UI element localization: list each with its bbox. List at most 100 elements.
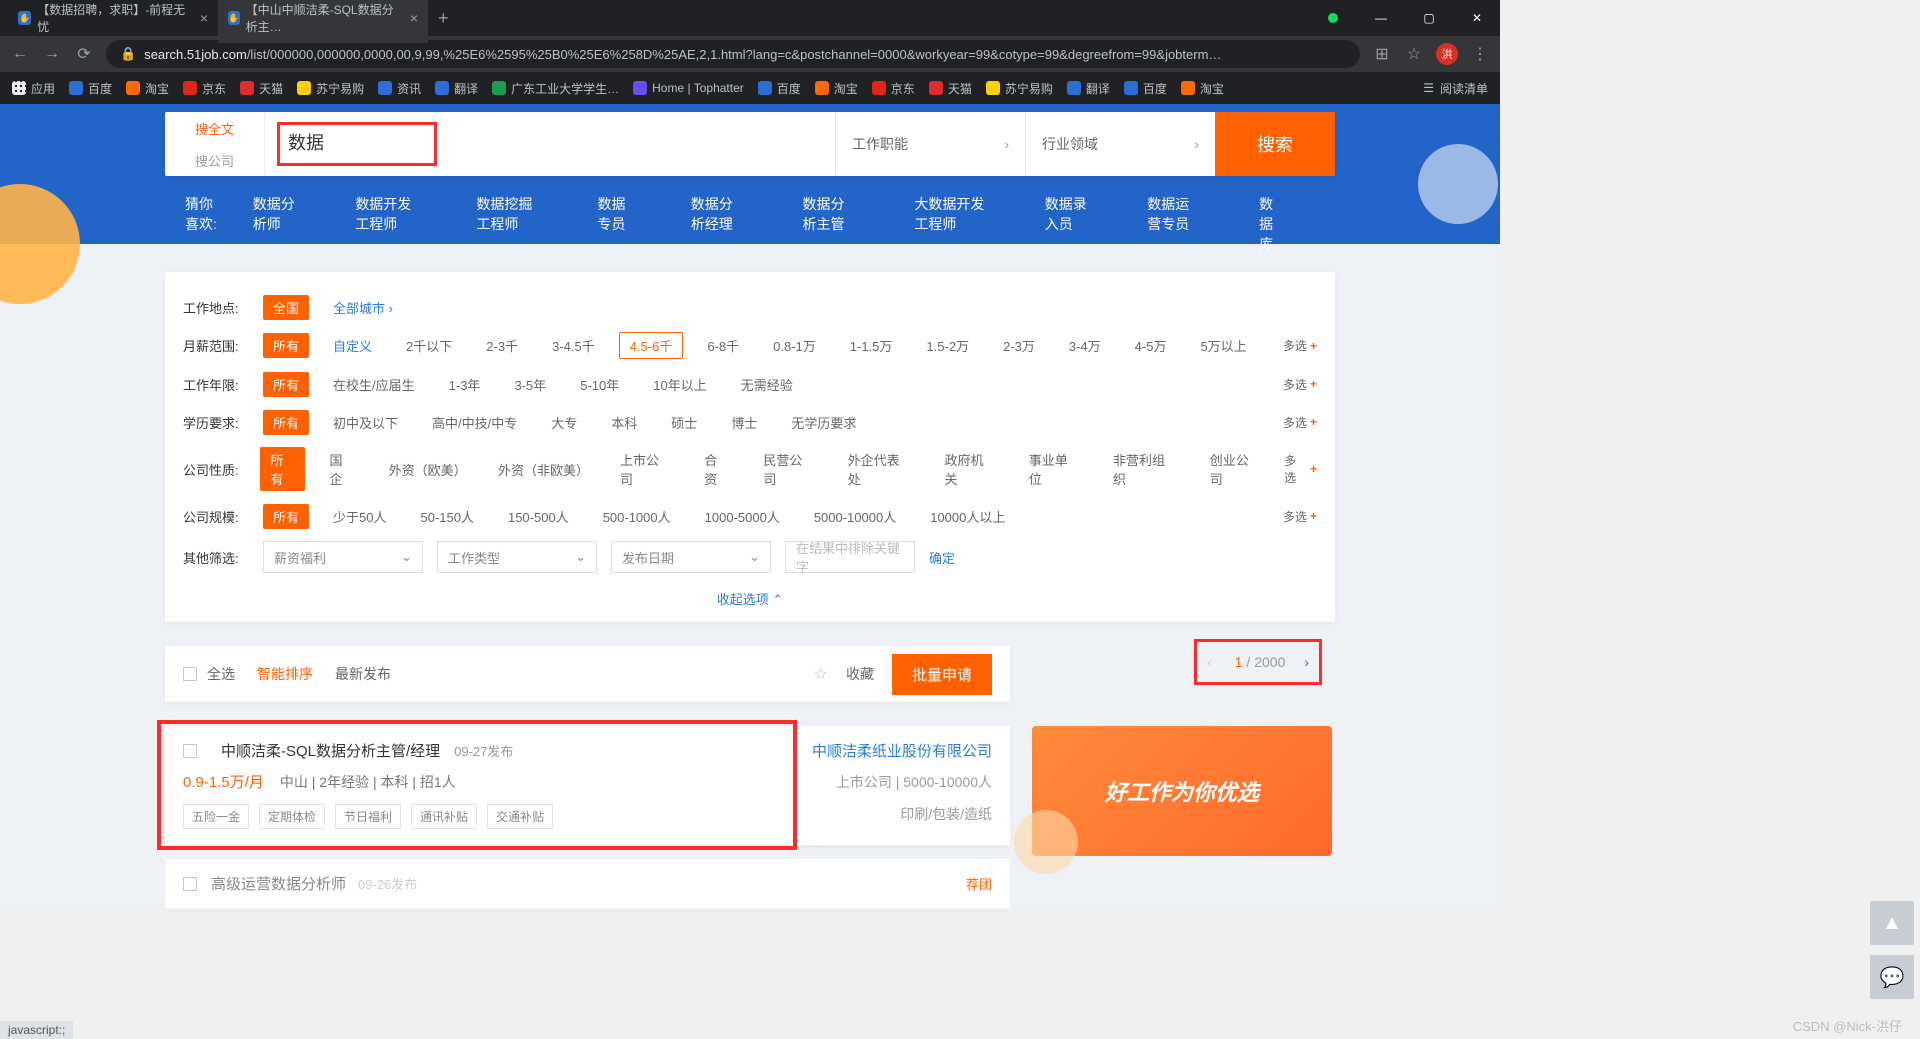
multi-select-button[interactable]: 多选+ — [1284, 452, 1317, 486]
search-input[interactable]: 数据 — [277, 122, 437, 166]
bookmark-item[interactable]: 翻译 — [1067, 80, 1110, 97]
filter-option[interactable]: 2千以下 — [396, 333, 462, 358]
filter-option[interactable]: 6-8千 — [697, 333, 749, 358]
apps-button[interactable]: 应用 — [12, 80, 55, 97]
menu-icon[interactable]: ⋮ — [1470, 44, 1490, 64]
filter-option[interactable]: 0.8-1万 — [763, 333, 826, 358]
bookmark-item[interactable]: 百度 — [1124, 80, 1167, 97]
filter-option[interactable]: 高中/中技/中专 — [422, 410, 527, 435]
suggestion-link[interactable]: 数据录入员 — [1045, 194, 1092, 254]
close-icon[interactable]: × — [410, 10, 418, 26]
reading-list-button[interactable]: ☰阅读清单 — [1423, 80, 1488, 97]
filter-option[interactable]: 事业单位 — [1019, 447, 1089, 491]
translate-icon[interactable]: ⊞ — [1372, 44, 1392, 64]
bookmark-item[interactable]: Home | Tophatter — [633, 81, 744, 95]
bookmark-item[interactable]: 百度 — [758, 80, 801, 97]
filter-option[interactable]: 50-150人 — [410, 504, 483, 529]
filter-option[interactable]: 1000-5000人 — [695, 504, 790, 529]
filter-option[interactable]: 初中及以下 — [323, 410, 408, 435]
bookmark-item[interactable]: 天猫 — [240, 80, 283, 97]
promo-banner[interactable]: 好工作为你优选 — [1032, 726, 1332, 856]
loc-city[interactable]: 全部城市 › — [323, 295, 403, 320]
suggestion-link[interactable]: 数据分析经理 — [691, 194, 747, 254]
filter-option[interactable]: 少于50人 — [323, 504, 396, 529]
search-tab-fulltext[interactable]: 搜全文 — [165, 112, 264, 144]
suggestion-link[interactable]: 数据运营专员 — [1147, 194, 1203, 254]
filter-option[interactable]: 4.5-6千 — [619, 332, 684, 359]
filter-option[interactable]: 国企 — [319, 447, 364, 491]
next-page-button[interactable]: › — [1304, 654, 1309, 670]
multi-select-button[interactable]: 多选+ — [1283, 337, 1317, 354]
filter-option[interactable]: 无学历要求 — [781, 410, 866, 435]
industry-select[interactable]: 行业领域› — [1025, 112, 1215, 176]
suggestion-link[interactable]: 数据库 — [1259, 194, 1287, 254]
bookmark-item[interactable]: 广东工业大学学生… — [492, 80, 619, 97]
reload-button[interactable]: ⟳ — [74, 44, 94, 64]
filter-option[interactable]: 民营公司 — [753, 447, 823, 491]
jobtype-select[interactable]: 工作类型⌄ — [437, 541, 597, 573]
filter-option[interactable]: 10000人以上 — [920, 504, 1015, 529]
job-checkbox[interactable] — [183, 744, 197, 758]
filter-option[interactable]: 4-5万 — [1125, 333, 1177, 358]
loc-all[interactable]: 全国 — [263, 295, 309, 320]
close-icon[interactable]: × — [200, 10, 208, 26]
back-button[interactable]: ← — [10, 45, 30, 63]
search-button[interactable]: 搜索 — [1215, 112, 1335, 176]
bookmark-item[interactable]: 淘宝 — [1181, 80, 1224, 97]
filter-option[interactable]: 政府机关 — [934, 447, 1004, 491]
filter-option[interactable]: 合资 — [694, 447, 739, 491]
filter-option[interactable]: 硕士 — [661, 410, 707, 435]
feedback-button[interactable]: 💬 — [1870, 955, 1914, 999]
multi-select-button[interactable]: 多选+ — [1283, 376, 1317, 393]
sort-newest[interactable]: 最新发布 — [335, 664, 391, 684]
filter-option[interactable]: 本科 — [601, 410, 647, 435]
suggestion-link[interactable]: 数据分析主管 — [803, 194, 859, 254]
suggestion-link[interactable]: 数据开发工程师 — [355, 194, 420, 254]
filter-option[interactable]: 无需经验 — [731, 372, 803, 397]
bookmark-item[interactable]: 京东 — [872, 80, 915, 97]
filter-option[interactable]: 创业公司 — [1200, 447, 1270, 491]
filter-option[interactable]: 博士 — [721, 410, 767, 435]
filter-option[interactable]: 3-5年 — [504, 372, 556, 397]
bookmark-item[interactable]: 资讯 — [378, 80, 421, 97]
browser-tab-2[interactable]: ✋ 【中山中顺洁柔-SQL数据分析主… × — [218, 0, 428, 43]
job-function-select[interactable]: 工作职能› — [835, 112, 1025, 176]
filter-option[interactable]: 3-4.5千 — [542, 333, 605, 358]
exclude-input[interactable]: 在结果中排除关键字 — [785, 541, 915, 573]
favorite-button[interactable]: 收藏 — [846, 664, 874, 684]
sort-smart[interactable]: 智能排序 — [257, 664, 313, 684]
job-card[interactable]: 高级运营数据分析师 09-26发布 荐团 — [165, 859, 1010, 908]
bookmark-item[interactable]: 翻译 — [435, 80, 478, 97]
salary-all[interactable]: 所有 — [263, 333, 309, 358]
bookmark-item[interactable]: 淘宝 — [126, 80, 169, 97]
batch-apply-button[interactable]: 批量申请 — [892, 654, 992, 695]
filter-option[interactable]: 外资（欧美） — [379, 457, 474, 482]
multi-select-button[interactable]: 多选+ — [1283, 508, 1317, 525]
close-window-button[interactable]: ✕ — [1454, 3, 1500, 33]
filter-option[interactable]: 3-4万 — [1059, 333, 1111, 358]
bookmark-item[interactable]: 苏宁易购 — [297, 80, 364, 97]
forward-button[interactable]: → — [42, 45, 62, 63]
job-checkbox[interactable] — [183, 877, 197, 891]
bookmark-item[interactable]: 淘宝 — [815, 80, 858, 97]
select-all-checkbox[interactable] — [183, 667, 197, 681]
address-bar[interactable]: 🔒 search.51job.com /list/000000,000000,0… — [106, 40, 1360, 68]
filter-option[interactable]: 外资（非欧美） — [488, 457, 596, 482]
bookmark-item[interactable]: 苏宁易购 — [986, 80, 1053, 97]
filter-option[interactable]: 10年以上 — [643, 372, 716, 397]
filter-option[interactable]: 外企代表处 — [838, 447, 921, 491]
filter-option[interactable]: 150-500人 — [498, 504, 579, 529]
company-link[interactable]: 中顺洁柔纸业股份有限公司 — [812, 740, 992, 761]
confirm-button[interactable]: 确定 — [929, 548, 955, 567]
filter-option[interactable]: 1-1.5万 — [840, 333, 903, 358]
minimize-button[interactable]: — — [1358, 3, 1404, 33]
bookmark-item[interactable]: 百度 — [69, 80, 112, 97]
collapse-filters[interactable]: 收起选项 ⌃ — [183, 579, 1317, 608]
filter-option[interactable]: 上市公司 — [610, 447, 680, 491]
filter-option[interactable]: 1-3年 — [439, 372, 491, 397]
new-tab-button[interactable]: + — [428, 8, 459, 29]
suggestion-link[interactable]: 数据分析师 — [253, 194, 300, 254]
profile-avatar[interactable]: 洪 — [1436, 43, 1458, 65]
back-to-top-button[interactable]: ▲ — [1870, 901, 1914, 945]
job-card[interactable]: 中顺洁柔-SQL数据分析主管/经理 09-27发布 中顺洁柔纸业股份有限公司 0… — [165, 726, 1010, 845]
